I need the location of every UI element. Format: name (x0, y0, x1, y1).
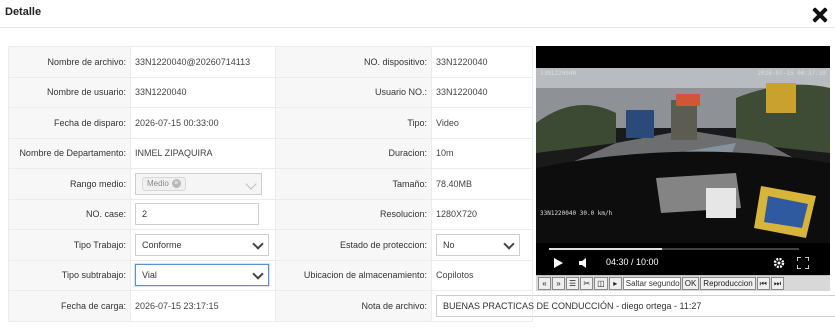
close-icon[interactable] (811, 6, 829, 24)
subwork-type-value: Vial (142, 270, 157, 281)
size-label: Tamaño: (275, 168, 432, 200)
range-tag: Medio × (142, 176, 186, 191)
volume-icon[interactable] (579, 258, 589, 268)
forward-icon[interactable]: » (552, 277, 565, 290)
user-no-label: Usuario NO.: (275, 76, 432, 108)
last-icon[interactable]: ⏭ (770, 277, 785, 290)
case-no-cell: 2 (130, 198, 276, 230)
trigger-date-value: 2026-07-15 00:33:00 (130, 107, 276, 139)
skip-seconds-input[interactable]: Saltar segundos (622, 277, 681, 290)
type-label: Tipo: (275, 107, 432, 139)
trigger-date-label: Fecha de disparo: (8, 107, 131, 139)
list-icon[interactable]: ☰ (566, 277, 580, 290)
case-no-label: NO. case: (8, 198, 131, 230)
osd-bottom-left: 33N1220040 30.0 km/h (540, 210, 613, 217)
cut-icon[interactable]: ✂ (580, 277, 594, 290)
time-display: 04:30 / 10:00 (606, 257, 659, 267)
user-name-label: Nombre de usuario: (8, 76, 131, 108)
table-row: Nombre de usuario: 33N1220040 Usuario NO… (8, 76, 533, 108)
protection-value: No (443, 239, 455, 250)
protection-label: Estado de proteccion: (275, 229, 432, 261)
play-icon[interactable] (554, 258, 563, 268)
table-row: Nombre de archivo: 33N1220040@2026071411… (8, 46, 533, 78)
player-toolbar: « » ☰ ✂ ◫ ▸ Saltar segundos OK Reproducc… (536, 275, 830, 291)
table-row: Tipo Trabajo: Conforme Estado de protecc… (8, 229, 533, 261)
playback-button[interactable]: Reproduccion (700, 277, 756, 290)
chevron-down-icon (245, 178, 257, 190)
osd-top-right: 2026-07-15 00:37:30 (757, 70, 826, 77)
work-type-cell: Conforme (130, 229, 276, 261)
resolution-label: Resolucion: (275, 198, 432, 230)
progress-bar[interactable] (549, 248, 799, 250)
next-frame-icon[interactable]: ▸ (608, 277, 622, 290)
progress-fill (549, 248, 662, 250)
resolution-value: 1280X720 (431, 198, 533, 230)
ok-button[interactable]: OK (681, 277, 700, 290)
rewind-icon[interactable]: « (538, 277, 551, 290)
fullscreen-icon[interactable] (797, 257, 809, 269)
osd-top-left: 33N1220040 (540, 70, 577, 77)
type-value: Video (431, 107, 533, 139)
size-value: 78.40MB (431, 168, 533, 200)
range-cell: Medio × (130, 168, 276, 200)
details-table: Nombre de archivo: 33N1220040@2026071411… (8, 46, 835, 322)
subwork-type-label: Tipo subtrabajo: (8, 259, 131, 291)
range-select[interactable]: Medio × (135, 172, 262, 195)
chevron-down-icon (252, 268, 264, 280)
range-tag-label: Medio (147, 179, 169, 189)
user-no-value: 33N1220040 (431, 76, 533, 108)
subwork-type-select[interactable]: Vial (135, 264, 269, 287)
file-note-cell: BUENAS PRACTICAS DE CONDUCCIÓN - diego o… (431, 290, 835, 322)
duration-label: Duracion: (275, 137, 432, 169)
department-value: INMEL ZIPAQUIRA (130, 137, 276, 169)
work-type-select[interactable]: Conforme (135, 233, 269, 256)
storage-value: Copilotos (431, 259, 533, 291)
file-note-label: Nota de archivo: (275, 290, 432, 322)
protection-cell: No (431, 229, 533, 261)
file-note-input[interactable]: BUENAS PRACTICAS DE CONDUCCIÓN - diego o… (436, 294, 835, 317)
chevron-down-icon (503, 238, 515, 250)
duration-value: 10m (431, 137, 533, 169)
user-name-value: 33N1220040 (130, 76, 276, 108)
device-no-label: NO. dispositivo: (275, 46, 432, 78)
modal-title: Detalle (5, 6, 42, 18)
department-label: Nombre de Departamento: (8, 137, 131, 169)
settings-icon[interactable] (773, 257, 785, 269)
table-row: Rango medio: Medio × Tamaño: 78.40MB (8, 168, 533, 200)
device-no-value: 33N1220040 (431, 46, 533, 78)
modal-header: Detalle (0, 0, 835, 28)
video-player[interactable]: 33N1220040 2026-07-15 00:37:30 33N122004… (536, 46, 830, 290)
table-row: NO. case: 2 Resolucion: 1280X720 (8, 198, 533, 230)
storage-label: Ubicacion de almacenamiento: (275, 259, 432, 291)
table-row: Fecha de disparo: 2026-07-15 00:33:00 Ti… (8, 107, 533, 139)
range-label: Rango medio: (8, 168, 131, 200)
work-type-value: Conforme (142, 239, 182, 250)
chevron-down-icon (252, 238, 264, 250)
prev-frame-icon[interactable]: ◫ (594, 277, 608, 290)
tag-remove-icon[interactable]: × (171, 179, 181, 189)
upload-date-label: Fecha de carga: (8, 290, 131, 322)
table-row: Fecha de carga: 2026-07-15 23:17:15 Nota… (8, 290, 835, 322)
table-row: Nombre de Departamento: INMEL ZIPAQUIRA … (8, 137, 533, 169)
subwork-type-cell: Vial (130, 259, 276, 291)
first-icon[interactable]: ⏮ (756, 277, 770, 290)
upload-date-value: 2026-07-15 23:17:15 (130, 290, 276, 322)
file-name-value: 33N1220040@20260714113 (130, 46, 276, 78)
table-row: Tipo subtrabajo: Vial Ubicacion de almac… (8, 259, 533, 291)
case-no-input[interactable]: 2 (135, 203, 259, 226)
file-name-label: Nombre de archivo: (8, 46, 131, 78)
work-type-label: Tipo Trabajo: (8, 229, 131, 261)
protection-select[interactable]: No (436, 233, 520, 256)
video-frame[interactable]: 33N1220040 2026-07-15 00:37:30 33N122004… (536, 68, 830, 243)
